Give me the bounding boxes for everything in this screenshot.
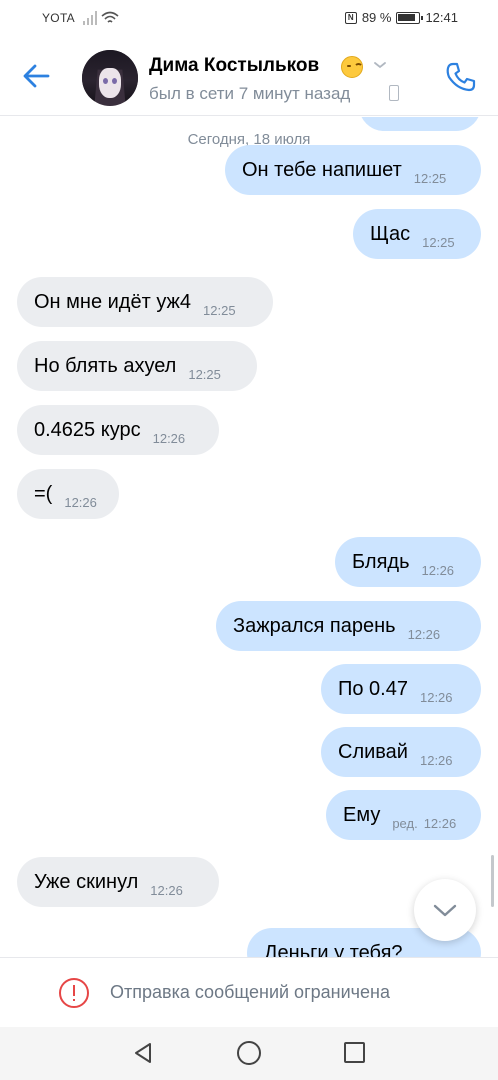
time-value: 12:26: [152, 430, 186, 446]
nav-back-icon[interactable]: [131, 1041, 155, 1065]
time-value: 12:26: [419, 689, 453, 705]
nav-recents-icon[interactable]: [344, 1042, 365, 1063]
outgoing-message[interactable]: По 0.47 12:26: [321, 664, 481, 714]
contact-name[interactable]: Дима Костыльков: [149, 55, 319, 77]
message-time: 12:26: [420, 690, 453, 705]
scroll-down-button[interactable]: [414, 879, 476, 941]
incoming-message[interactable]: Но блять ахуел 12:25: [17, 341, 257, 391]
message-time: 12:25: [188, 367, 221, 382]
incoming-message[interactable]: =( 12:26: [17, 469, 119, 519]
message-text: Но блять ахуел: [34, 354, 177, 377]
nav-home-icon[interactable]: [237, 1041, 261, 1065]
time-value: 12:25: [422, 234, 455, 250]
message-time: 12:25: [422, 235, 455, 250]
message-time: 12:26: [420, 753, 453, 768]
time-value: 12:26: [419, 752, 453, 768]
arrow-left-icon[interactable]: [20, 60, 52, 92]
message-time: 12:26: [150, 883, 183, 898]
chevron-down-icon[interactable]: [373, 60, 387, 70]
outgoing-message[interactable]: Сливай 12:26: [321, 727, 481, 777]
incoming-message[interactable]: Он мне идёт уж4 12:25: [17, 277, 273, 327]
message-text: Зажрался парень: [233, 614, 396, 637]
message-text: Блядь: [352, 550, 410, 573]
time-value: 12:25: [203, 302, 236, 318]
mobile-icon: [389, 85, 399, 101]
status-bar: YOTA N 89 % 12:41: [0, 0, 498, 38]
wifi-icon: [101, 11, 119, 23]
edited-label: ред.: [392, 815, 418, 831]
message-list[interactable]: Сегодня, 18 июля Он тебе напишет 12:25 Щас…: [0, 117, 498, 957]
battery-percent: 89 %: [361, 10, 392, 25]
outgoing-message[interactable]: Зажрался парень 12:26: [216, 601, 481, 651]
last-seen-status: был в сети 7 минут назад: [149, 84, 351, 103]
message-text: Он мне идёт уж4: [34, 290, 192, 313]
message-time: 12:26: [64, 495, 97, 510]
nfc-icon: N: [344, 11, 357, 24]
phone-icon[interactable]: [444, 60, 478, 94]
message-time: 12:26: [422, 563, 455, 578]
message-text: Он тебе напишет: [242, 158, 402, 181]
outgoing-message[interactable]: Ему ред. 12:26: [326, 790, 481, 840]
time-value: 12:26: [407, 626, 441, 642]
time-value: 12:26: [423, 815, 457, 831]
system-nav-bar: [0, 1027, 498, 1080]
restriction-text: Отправка сообщений ограничена: [110, 982, 390, 1002]
message-text: Щас: [370, 222, 411, 245]
message-text: 0.4625 курс: [34, 418, 141, 441]
restriction-banner: Отправка сообщений ограничена: [0, 957, 498, 1027]
outgoing-message[interactable]: Блядь 12:26: [335, 537, 481, 587]
signal-icon: [83, 11, 99, 25]
time-value: 12:26: [64, 494, 97, 510]
message-text: Уже скинул: [34, 870, 139, 893]
message-text: По 0.47: [338, 677, 408, 700]
message-time: 12:26: [153, 431, 186, 446]
time-value: 12:26: [421, 562, 455, 578]
message-time: 12:25: [203, 303, 236, 318]
incoming-message[interactable]: 0.4625 курс 12:26: [17, 405, 219, 455]
message-text: Деньги у тебя?: [264, 941, 403, 958]
battery-icon: [396, 11, 424, 24]
scrollbar[interactable]: [491, 855, 494, 907]
chat-header: Дима Костыльков был в сети 7 минут назад: [0, 38, 498, 116]
time-value: 12:25: [413, 170, 447, 186]
time-value: 12:25: [188, 366, 221, 382]
incoming-message[interactable]: Уже скинул 12:26: [17, 857, 219, 907]
message-text: Ему: [343, 803, 381, 826]
message-bubble[interactable]: [359, 117, 481, 131]
message-time: ред. 12:26: [392, 816, 456, 831]
avatar[interactable]: [82, 50, 138, 106]
outgoing-message[interactable]: Он тебе напишет 12:25: [225, 145, 481, 195]
chevron-down-icon: [433, 904, 457, 917]
time-value: 12:26: [150, 882, 183, 898]
message-time: 12:25: [414, 171, 447, 186]
message-time: 12:26: [408, 627, 441, 642]
clock: 12:41: [425, 10, 458, 25]
exclamation-circle-icon: [59, 978, 89, 1008]
message-text: =(: [34, 482, 53, 505]
emoji-icon: [341, 56, 363, 78]
message-text: Сливай: [338, 740, 408, 763]
outgoing-message[interactable]: Щас 12:25: [353, 209, 481, 259]
carrier-name: YOTA: [42, 11, 75, 25]
